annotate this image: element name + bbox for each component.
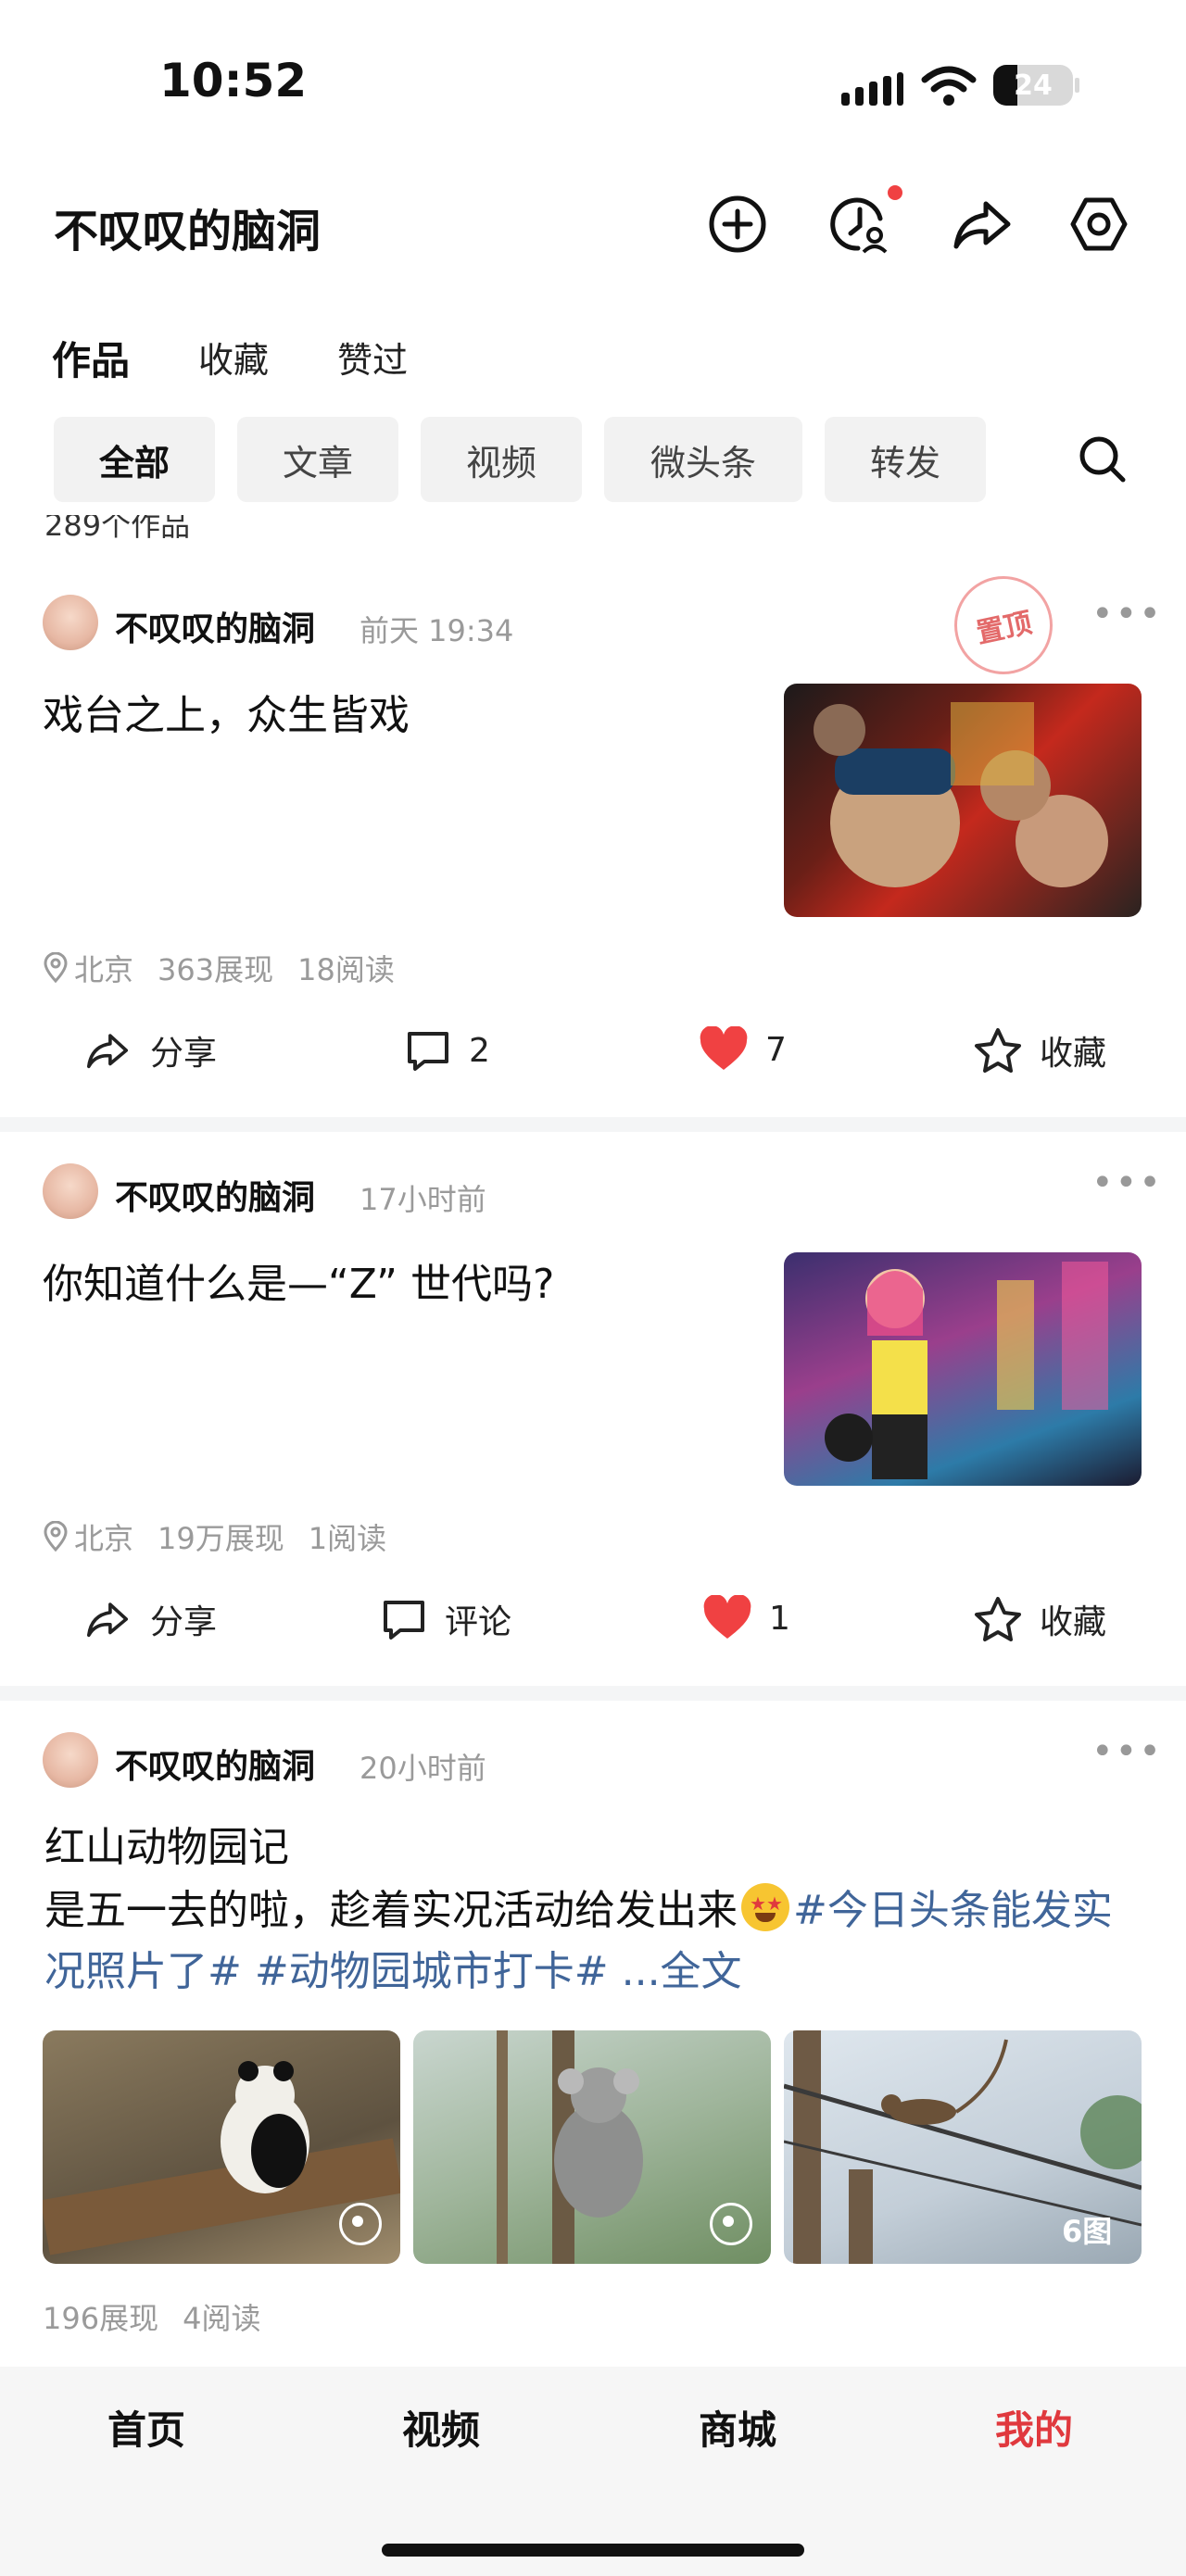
history-icon[interactable] [826, 191, 893, 258]
tab-favorites[interactable]: 收藏 [198, 332, 269, 383]
nav-mall[interactable]: 商城 [699, 2399, 776, 2456]
tab-works[interactable]: 作品 [52, 330, 130, 386]
live-photo-icon [710, 2203, 752, 2245]
more-icon[interactable]: ••• [1091, 1162, 1163, 1204]
more-icon[interactable]: ••• [1091, 593, 1163, 635]
post-meta: 北京 363展现 18阅读 [43, 947, 395, 989]
location-text: 北京 [74, 952, 134, 987]
monkey-photo[interactable]: 6图 [784, 2030, 1142, 2264]
pinned-stamp: 置顶 [945, 567, 1062, 684]
star-struck-emoji: ★ ★ [741, 1883, 789, 1931]
divider [0, 1686, 1186, 1701]
share-label: 分享 [150, 1603, 218, 1641]
reads: 1阅读 [308, 1521, 387, 1556]
z-generation-image [825, 1262, 1108, 1479]
comment-button[interactable]: 2 [404, 1026, 490, 1074]
expand-link[interactable]: ...全文 [622, 1948, 742, 1995]
location: 北京 [43, 1515, 133, 1558]
post-title[interactable]: 红山动物园记 [44, 1817, 289, 1879]
comment-button[interactable]: 评论 [380, 1595, 511, 1643]
post-thumbnail[interactable] [784, 684, 1142, 917]
chip-articles[interactable]: 文章 [237, 417, 398, 502]
panda-photo[interactable] [43, 2030, 400, 2264]
favorite-button[interactable]: 收藏 [973, 1595, 1106, 1643]
post-meta: 196展现 4阅读 [43, 2295, 260, 2338]
battery-cap [1075, 78, 1079, 93]
author-name[interactable]: 不叹叹的脑洞 [115, 1171, 315, 1219]
views: 363展现 [158, 952, 274, 987]
works-count: 289个作品 [44, 515, 191, 543]
post-time: 20小时前 [360, 1751, 486, 1786]
battery-icon: 24 [993, 65, 1073, 106]
comment-icon [384, 1601, 424, 1640]
share-button[interactable]: 分享 [82, 1026, 217, 1074]
notification-dot [888, 185, 902, 200]
home-indicator [382, 2544, 804, 2557]
nav-video[interactable]: 视频 [402, 2399, 480, 2456]
post-meta: 北京 19万展现 1阅读 [43, 1515, 386, 1558]
page-title: 不叹叹的脑洞 [54, 206, 322, 258]
share-icon[interactable] [949, 191, 1016, 258]
reads: 4阅读 [183, 2301, 261, 2336]
nav-mine[interactable]: 我的 [995, 2399, 1073, 2456]
opera-poster-image [814, 702, 1108, 887]
location-icon [44, 1521, 68, 1552]
settings-icon[interactable] [1066, 191, 1132, 258]
post-thumbnail[interactable] [784, 1252, 1142, 1486]
avatar[interactable] [43, 1732, 98, 1788]
like-button[interactable]: 1 [702, 1595, 790, 1641]
post-text[interactable]: 你知道什么是—“Z” 世代吗? [43, 1254, 554, 1315]
location: 北京 [43, 947, 133, 989]
heart-icon [700, 1026, 748, 1070]
image-count: 6图 [1062, 2214, 1113, 2249]
favorite-button[interactable]: 收藏 [973, 1026, 1106, 1074]
post-text[interactable]: 戏台之上，众生皆戏 [43, 685, 410, 747]
share-icon [86, 1034, 129, 1069]
chip-micro[interactable]: 微头条 [604, 417, 802, 502]
battery-level: 24 [1014, 69, 1053, 102]
tab-liked[interactable]: 赞过 [337, 332, 408, 383]
divider [0, 1117, 1186, 1132]
star-icon [975, 1028, 1021, 1073]
search-icon[interactable] [1077, 434, 1129, 485]
post-time: 前天 19:34 [360, 613, 514, 648]
share-icon [86, 1602, 129, 1638]
comment-label: 评论 [445, 1603, 512, 1641]
post-time: 17小时前 [360, 1182, 486, 1217]
live-photo-icon [339, 2203, 382, 2245]
add-icon[interactable] [704, 191, 771, 258]
like-button[interactable]: 7 [699, 1026, 787, 1073]
status-time: 10:52 [159, 54, 308, 107]
star-icon [975, 1597, 1021, 1641]
nav-home[interactable]: 首页 [107, 2399, 185, 2456]
koala-photo[interactable] [413, 2030, 771, 2264]
post-body-text: 是五一去的啦，趁着实况活动给发出来 [44, 1887, 738, 1934]
signal-icon [841, 69, 903, 106]
avatar[interactable] [43, 595, 98, 650]
chip-videos[interactable]: 视频 [421, 417, 582, 502]
comment-count: 2 [469, 1031, 490, 1070]
favorite-label: 收藏 [1040, 1035, 1107, 1073]
more-icon[interactable]: ••• [1091, 1730, 1163, 1773]
chip-all[interactable]: 全部 [54, 417, 215, 502]
comment-icon [408, 1032, 448, 1071]
author-name[interactable]: 不叹叹的脑洞 [115, 602, 315, 650]
share-button[interactable]: 分享 [82, 1595, 217, 1643]
chip-reposts[interactable]: 转发 [825, 417, 986, 502]
views: 19万展现 [158, 1521, 284, 1556]
share-label: 分享 [150, 1035, 218, 1073]
avatar[interactable] [43, 1163, 98, 1219]
like-count: 1 [769, 1599, 790, 1638]
location-text: 北京 [74, 1521, 134, 1556]
reads: 18阅读 [297, 952, 395, 987]
author-name[interactable]: 不叹叹的脑洞 [115, 1740, 315, 1788]
heart-icon [703, 1595, 751, 1639]
like-count: 7 [765, 1030, 787, 1069]
wifi-icon [921, 66, 977, 106]
post-body[interactable]: 是五一去的啦，趁着实况活动给发出来 ★ ★ #今日头条能发实况照片了# #动物园城市打… [44, 1880, 1147, 2003]
views: 196展现 [43, 2301, 159, 2336]
favorite-label: 收藏 [1040, 1603, 1107, 1641]
location-icon [44, 952, 68, 984]
